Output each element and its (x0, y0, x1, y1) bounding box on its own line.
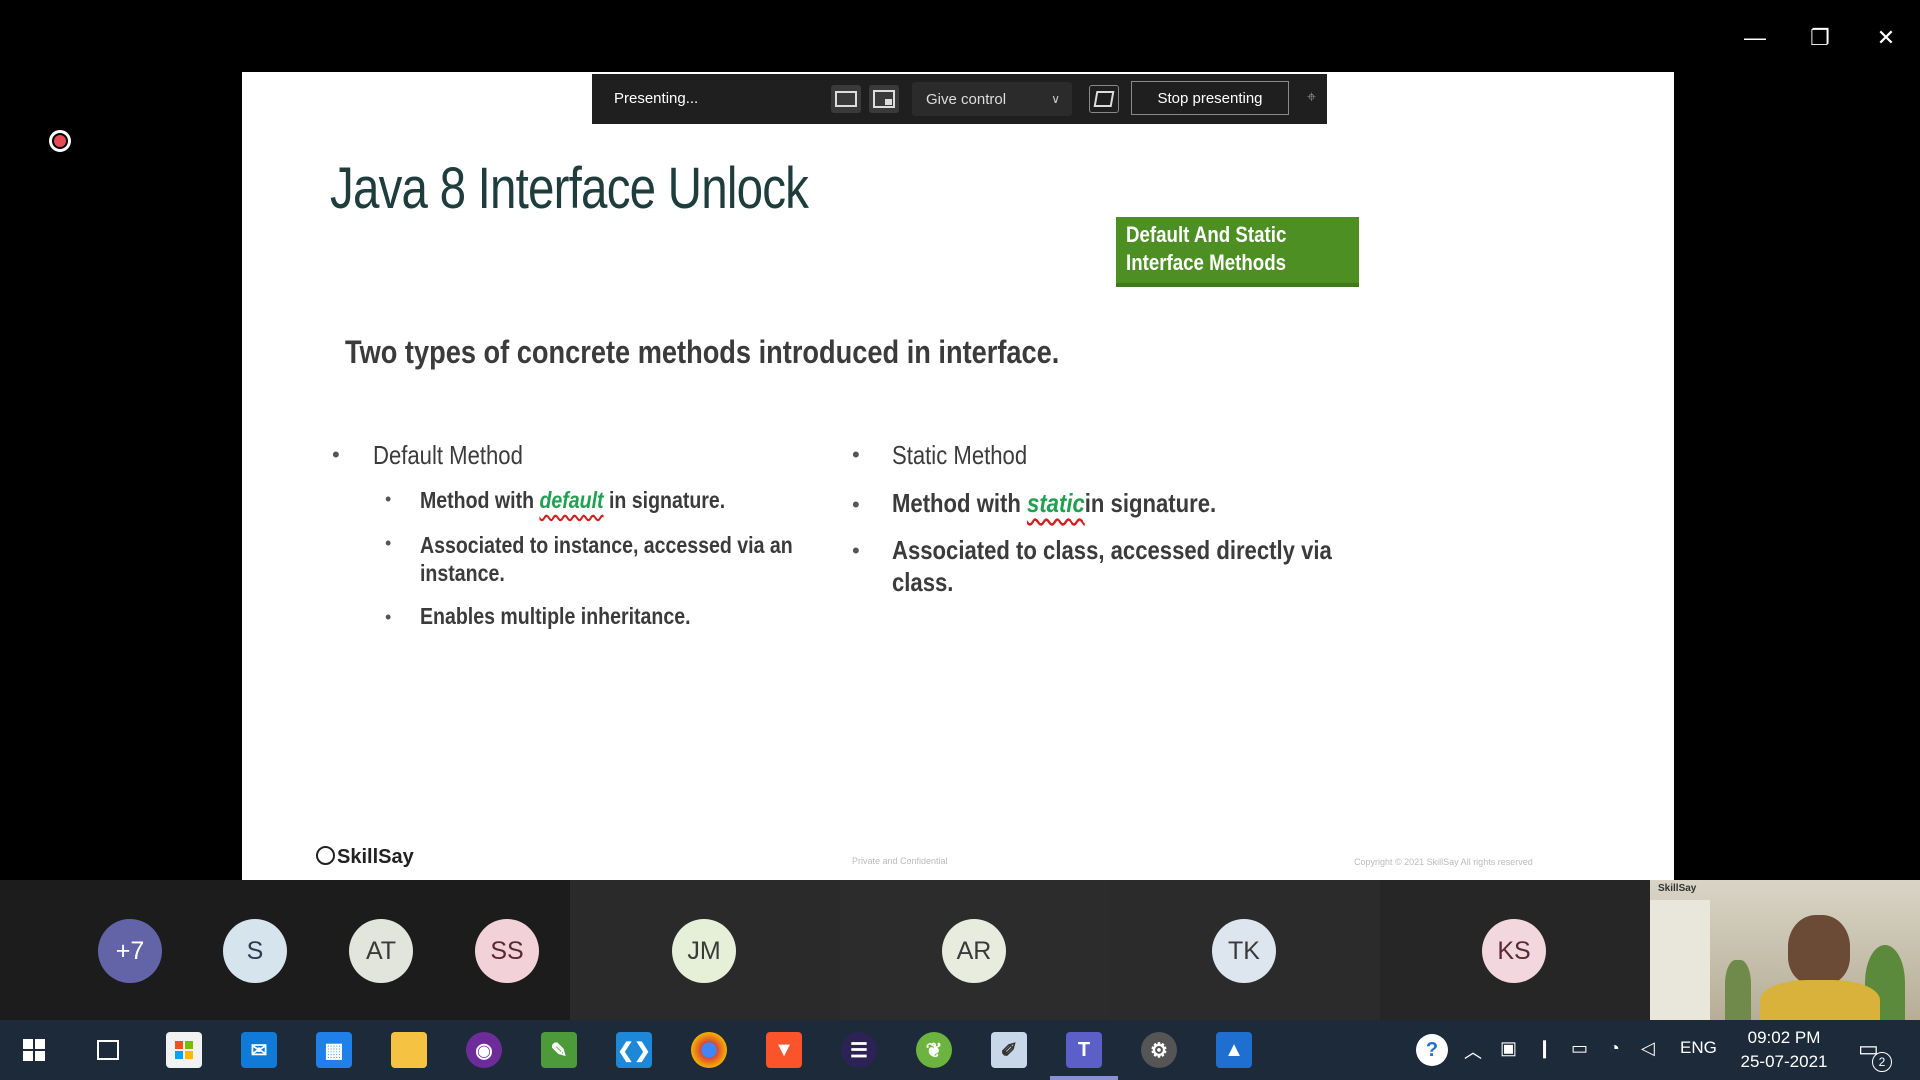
meet-now-icon[interactable]: ▣ (1500, 1038, 1517, 1059)
language-indicator[interactable]: ENG (1680, 1038, 1717, 1058)
self-video-preview[interactable]: SkillSay (1650, 880, 1920, 1020)
teams-active-indicator (1050, 1076, 1118, 1080)
give-control-label: Give control (926, 90, 1007, 108)
default-item-1: Method with default in signature. (420, 487, 725, 514)
participants-overflow-avatar[interactable]: +7 (98, 919, 162, 983)
github-desktop-icon[interactable]: ◉ (466, 1032, 502, 1068)
slide-subtitle: Two types of concrete methods introduced… (345, 334, 1060, 370)
static-item-1-post: in signature. (1084, 488, 1217, 518)
skillsay-logo-icon (316, 846, 335, 865)
static-item-2-line-1: Associated to class, accessed directly v… (892, 535, 1332, 565)
chevron-down-icon: ∨ (1051, 92, 1060, 106)
static-method-heading: Static Method (892, 440, 1028, 470)
static-item-2: Associated to class, accessed directly v… (892, 534, 1332, 598)
static-item-1: Method with staticin signature. (892, 488, 1216, 519)
task-view-icon[interactable] (90, 1032, 126, 1068)
static-keyword: static (1027, 488, 1085, 518)
default-item-2: Associated to instance, accessed via an … (420, 531, 793, 587)
notification-count-badge: 2 (1872, 1052, 1892, 1072)
slide-title: Java 8 Interface Unlock (330, 156, 809, 221)
help-icon[interactable]: ? (1416, 1034, 1448, 1066)
minimize-button[interactable]: — (1732, 18, 1778, 58)
person-head (1788, 915, 1850, 985)
microphone-icon[interactable]: ❙ (1537, 1038, 1552, 1059)
bullet-icon: • (852, 538, 860, 563)
bullet-icon: • (385, 489, 392, 509)
participants-strip: +7 S AT SS JM AR TK KS (0, 880, 1650, 1020)
static-item-1-pre: Method with (892, 488, 1028, 518)
clock-time: 09:02 PM (1747, 1028, 1821, 1047)
brave-icon[interactable]: ▼ (766, 1032, 802, 1068)
participant-avatar[interactable]: KS (1482, 919, 1546, 983)
default-item-1-post: in signature. (603, 487, 726, 513)
photos-icon[interactable]: ▲ (1216, 1032, 1252, 1068)
bullet-icon: • (852, 442, 860, 467)
mail-icon[interactable]: ✉ (241, 1032, 277, 1068)
close-button[interactable]: ✕ (1863, 18, 1909, 58)
file-explorer-icon[interactable] (391, 1032, 427, 1068)
clock-date: 25-07-2021 (1740, 1052, 1828, 1071)
participant-avatar[interactable]: S (223, 919, 287, 983)
system-clock[interactable]: 09:02 PM 25-07-2021 (1734, 1026, 1834, 1074)
person-shirt (1760, 980, 1880, 1020)
footer-copyright: Copyright © 2021 SkillSay All rights res… (1354, 857, 1533, 867)
recording-indicator-icon (49, 130, 71, 152)
brand-name: SkillSay (337, 846, 414, 868)
window-blinds (1650, 900, 1710, 1020)
badge-line-2: Interface Methods (1126, 250, 1287, 275)
calendar-icon[interactable]: ▦ (316, 1032, 352, 1068)
presenting-status: Presenting... (614, 90, 699, 107)
spring-tools-icon[interactable]: ❦ (916, 1032, 952, 1068)
default-keyword: default (539, 487, 604, 513)
slide-badge: Default And Static Interface Methods (1116, 217, 1359, 287)
participant-avatar[interactable]: TK (1212, 919, 1276, 983)
layout-icon[interactable] (831, 85, 861, 113)
show-hidden-icons-chevron-up-icon[interactable]: ︿ (1464, 1038, 1482, 1064)
restore-button[interactable]: ❐ (1797, 18, 1843, 58)
default-item-2-line-1: Associated to instance, accessed via an (420, 532, 793, 558)
notepad-plus-plus-icon[interactable]: ✎ (541, 1032, 577, 1068)
bullet-icon: • (332, 442, 340, 467)
wifi-icon[interactable]: ◔ (1609, 1038, 1620, 1059)
pin-icon[interactable]: ⌖ (1307, 89, 1316, 107)
static-item-2-line-2: class. (892, 567, 954, 597)
participant-avatar[interactable]: AT (349, 919, 413, 983)
badge-line-1: Default And Static (1126, 222, 1287, 247)
footer-confidential: Private and Confidential (852, 856, 948, 866)
participant-avatar[interactable]: AR (942, 919, 1006, 983)
selfview-brand: SkillSay (1658, 883, 1697, 894)
chrome-icon[interactable] (691, 1032, 727, 1068)
participant-avatar[interactable]: JM (672, 919, 736, 983)
give-control-dropdown[interactable]: Give control ∨ (912, 82, 1072, 116)
stop-presenting-button[interactable]: Stop presenting (1131, 81, 1289, 115)
default-item-1-pre: Method with (420, 487, 540, 513)
teams-icon[interactable]: T (1066, 1032, 1102, 1068)
default-item-3: Enables multiple inheritance. (420, 603, 691, 629)
plant-left (1725, 960, 1751, 1020)
bullet-icon: • (385, 607, 392, 627)
battery-icon[interactable]: ▭ (1571, 1038, 1588, 1059)
eclipse-icon[interactable]: ☰ (841, 1032, 877, 1068)
vscode-icon[interactable]: ❮❯ (616, 1032, 652, 1068)
windows-start-icon[interactable] (16, 1032, 52, 1068)
window-title-bar: — ❐ ✕ (0, 0, 1920, 72)
participant-avatar[interactable]: SS (475, 919, 539, 983)
skillsay-logo: SkillSay (316, 846, 414, 869)
windows-taskbar: ✉ ▦ ◉ ✎ ❮❯ ▼ ☰ ❦ ✐ T ⚙ ▲ ? ︿ ▣ ❙ ▭ ◔ ◁ E… (0, 1020, 1920, 1080)
volume-icon[interactable]: ◁ (1641, 1038, 1655, 1059)
bullet-icon: • (385, 533, 392, 553)
paint-icon[interactable]: ✐ (991, 1032, 1027, 1068)
default-method-heading: Default Method (373, 440, 523, 470)
default-item-2-line-2: instance. (420, 560, 505, 586)
include-audio-icon[interactable] (1089, 85, 1119, 113)
presenter-layout-icon[interactable] (869, 85, 899, 113)
bullet-icon: • (852, 492, 860, 517)
store-icon[interactable] (166, 1032, 202, 1068)
settings-gear-icon[interactable]: ⚙ (1141, 1032, 1177, 1068)
presenting-toolbar: Presenting... Give control ∨ Stop presen… (592, 74, 1327, 124)
